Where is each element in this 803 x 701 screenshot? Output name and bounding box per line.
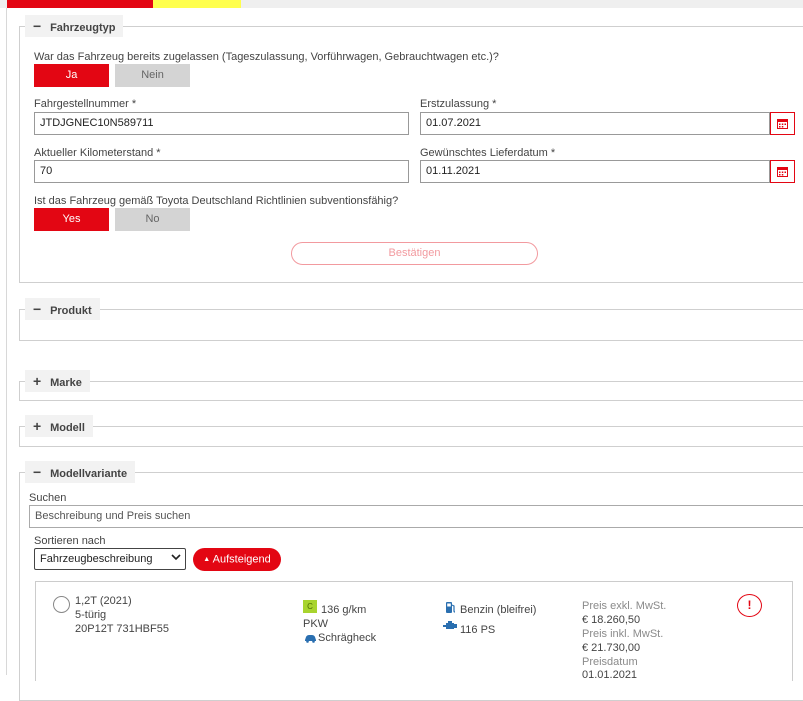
tab-highlighted[interactable] — [153, 0, 241, 8]
minus-icon: − — [33, 301, 42, 317]
sort-select[interactable]: Fahrzeugbeschreibung — [34, 548, 186, 570]
plus-icon: + — [33, 418, 42, 434]
section-title: Produkt — [50, 305, 92, 317]
section-marke: + Marke — [19, 370, 803, 401]
variant-body: Schrägheck — [318, 632, 377, 644]
delivery-date-input[interactable]: 01.11.2021 — [420, 160, 770, 183]
sort-direction-label: Aufsteigend — [212, 553, 271, 566]
variant-fuel: Benzin (bleifrei) — [460, 604, 537, 616]
car-icon — [304, 634, 317, 646]
delivery-date-label: Gewünschtes Lieferdatum * — [420, 147, 556, 159]
section-modell: + Modell — [19, 415, 803, 447]
price-incl-value: € 21.730,00 — [582, 642, 641, 654]
registered-question: War das Fahrzeug bereits zugelassen (Tag… — [34, 51, 499, 63]
price-incl-label: Preis inkl. MwSt. — [582, 628, 664, 640]
chevron-down-icon — [171, 552, 181, 564]
price-excl-value: € 18.260,50 — [582, 614, 641, 626]
info-icon[interactable]: ! — [737, 594, 762, 617]
mileage-label: Aktueller Kilometerstand * — [34, 147, 161, 159]
variant-power: 116 PS — [460, 624, 496, 636]
vin-input[interactable]: JTDJGNEC10N589711 — [34, 112, 409, 135]
subsidy-question: Ist das Fahrzeug gemäß Toyota Deutschlan… — [34, 195, 399, 207]
registered-no-button[interactable]: Nein — [115, 64, 190, 87]
progress-tabs — [0, 0, 803, 8]
engine-icon — [443, 620, 457, 634]
caret-up-icon: ▲ — [203, 556, 211, 563]
section-title: Modellvariante — [50, 468, 128, 480]
section-title: Fahrzeugtyp — [50, 22, 116, 34]
section-header-marke[interactable]: + Marke — [25, 370, 90, 392]
variant-vehicle-type: PKW — [303, 618, 329, 630]
section-header-modell[interactable]: + Modell — [25, 415, 93, 437]
price-excl-label: Preis exkl. MwSt. — [582, 600, 667, 612]
variant-name: 1,2T (2021) — [75, 595, 132, 607]
variant-radio[interactable] — [53, 596, 70, 613]
first-registration-input[interactable]: 01.07.2021 — [420, 112, 770, 135]
section-header-fahrzeugtyp[interactable]: − Fahrzeugtyp — [25, 15, 124, 37]
price-date-label: Preisdatum — [582, 656, 638, 668]
vin-label: Fahrgestellnummer * — [34, 98, 137, 110]
section-header-produkt[interactable]: − Produkt — [25, 298, 100, 320]
confirm-button[interactable]: Bestätigen — [291, 242, 538, 265]
search-input[interactable]: Beschreibung und Preis suchen — [29, 505, 803, 528]
variant-co2: 136 g/km — [321, 604, 367, 616]
variant-doors: 5-türig — [75, 609, 107, 621]
plus-icon: + — [33, 373, 42, 389]
subsidy-yes-button[interactable]: Yes — [34, 208, 109, 231]
minus-icon: − — [33, 464, 42, 480]
minus-icon: − — [33, 18, 42, 34]
search-label: Suchen — [29, 492, 67, 504]
sort-select-value: Fahrzeugbeschreibung — [40, 553, 153, 565]
section-title: Modell — [50, 422, 85, 434]
registered-yes-button[interactable]: Ja — [34, 64, 109, 87]
first-registration-label: Erstzulassung * — [420, 98, 497, 110]
tab-active[interactable] — [7, 0, 153, 8]
sort-direction-button[interactable]: ▲ Aufsteigend — [193, 548, 281, 571]
calendar-icon[interactable] — [770, 160, 795, 183]
mileage-input[interactable]: 70 — [34, 160, 409, 183]
subsidy-no-button[interactable]: No — [115, 208, 190, 231]
variant-code: 20P12T 731HBF55 — [75, 623, 169, 635]
section-header-modellvariante[interactable]: − Modellvariante — [25, 461, 136, 483]
sort-label: Sortieren nach — [34, 535, 106, 547]
left-border — [6, 8, 7, 675]
calendar-icon[interactable] — [770, 112, 795, 135]
section-produkt: − Produkt — [19, 298, 803, 341]
section-title: Marke — [50, 377, 82, 389]
fuel-pump-icon — [445, 601, 456, 617]
eco-label-icon: C — [303, 600, 317, 613]
price-date-value: 01.01.2021 — [582, 669, 638, 681]
